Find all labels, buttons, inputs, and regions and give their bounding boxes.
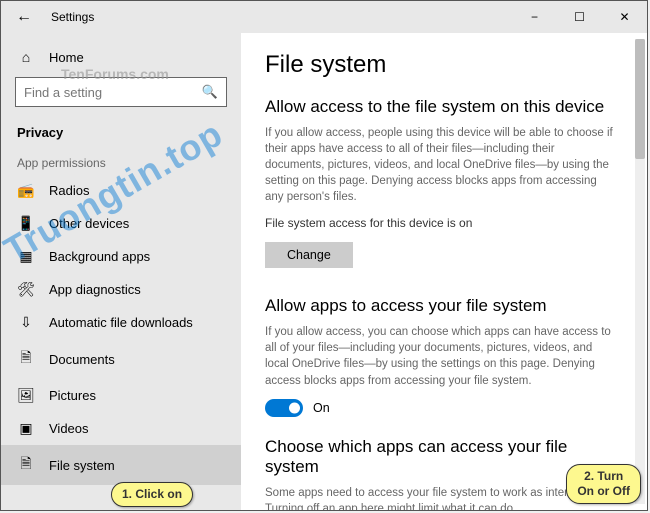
search-icon: 🔍 (202, 84, 218, 100)
download-icon: ⇩ (17, 314, 35, 331)
search-input[interactable]: Find a setting 🔍 (15, 77, 227, 107)
sidebar-item-home[interactable]: ⌂ Home (1, 41, 241, 73)
sidebar-item-background-apps[interactable]: ▦ Background apps (1, 240, 241, 273)
diagnostics-icon: 🛠 (17, 281, 35, 298)
annotation-callout-2: 2. Turn On or Off (566, 464, 641, 504)
sidebar: ⌂ Home Find a setting 🔍 Privacy App perm… (1, 33, 241, 510)
sidebar-item-documents[interactable]: 🗎 Documents (1, 339, 241, 379)
section2-title: Allow apps to access your file system (265, 296, 623, 316)
sidebar-item-label: Automatic file downloads (49, 315, 193, 330)
content-pane: File system Allow access to the file sys… (241, 33, 647, 510)
allow-apps-toggle-label: On (313, 401, 330, 415)
sidebar-item-file-system[interactable]: 🗎 File system (1, 445, 241, 485)
sidebar-item-label: Background apps (49, 249, 150, 264)
sidebar-item-auto-downloads[interactable]: ⇩ Automatic file downloads (1, 306, 241, 339)
sidebar-item-pictures[interactable]: 🖼 Pictures (1, 379, 241, 412)
maximize-button[interactable]: ☐ (557, 1, 602, 33)
sidebar-item-other-devices[interactable]: 📱 Other devices (1, 207, 241, 240)
section1-desc: If you allow access, people using this d… (265, 125, 615, 205)
home-icon: ⌂ (17, 49, 35, 65)
device-access-status: File system access for this device is on (265, 215, 615, 232)
section2-desc: If you allow access, you can choose whic… (265, 324, 615, 388)
group-label: App permissions (1, 148, 241, 174)
sidebar-item-label: Documents (49, 352, 115, 367)
allow-apps-toggle[interactable] (265, 399, 303, 417)
sidebar-item-label: Radios (49, 183, 89, 198)
background-icon: ▦ (17, 248, 35, 265)
back-button[interactable]: ← (1, 1, 47, 33)
documents-icon: 🗎 (17, 347, 35, 371)
sidebar-item-label: Pictures (49, 388, 96, 403)
search-placeholder: Find a setting (24, 85, 102, 100)
radios-icon: 📻 (17, 182, 35, 199)
sidebar-item-videos[interactable]: ▣ Videos (1, 412, 241, 445)
pictures-icon: 🖼 (17, 387, 35, 404)
sidebar-item-label: Videos (49, 421, 89, 436)
sidebar-item-label: Other devices (49, 216, 129, 231)
videos-icon: ▣ (17, 420, 35, 437)
scrollbar-thumb[interactable] (635, 39, 645, 159)
category-label: Privacy (1, 117, 241, 148)
window-controls: − ☐ ✕ (512, 1, 647, 33)
file-system-icon: 🗎 (17, 453, 35, 477)
annotation-callout-1: 1. Click on (111, 482, 193, 507)
change-button[interactable]: Change (265, 242, 353, 268)
section1-title: Allow access to the file system on this … (265, 97, 623, 117)
section3-desc: Some apps need to access your file syste… (265, 485, 615, 510)
window-title: Settings (51, 10, 512, 24)
close-button[interactable]: ✕ (602, 1, 647, 33)
devices-icon: 📱 (17, 215, 35, 232)
home-label: Home (49, 50, 84, 65)
sidebar-item-label: App diagnostics (49, 282, 141, 297)
page-title: File system (265, 51, 623, 79)
sidebar-item-radios[interactable]: 📻 Radios (1, 174, 241, 207)
titlebar: ← Settings − ☐ ✕ (1, 1, 647, 33)
minimize-button[interactable]: − (512, 1, 557, 33)
sidebar-item-label: File system (49, 458, 115, 473)
sidebar-item-app-diagnostics[interactable]: 🛠 App diagnostics (1, 273, 241, 306)
